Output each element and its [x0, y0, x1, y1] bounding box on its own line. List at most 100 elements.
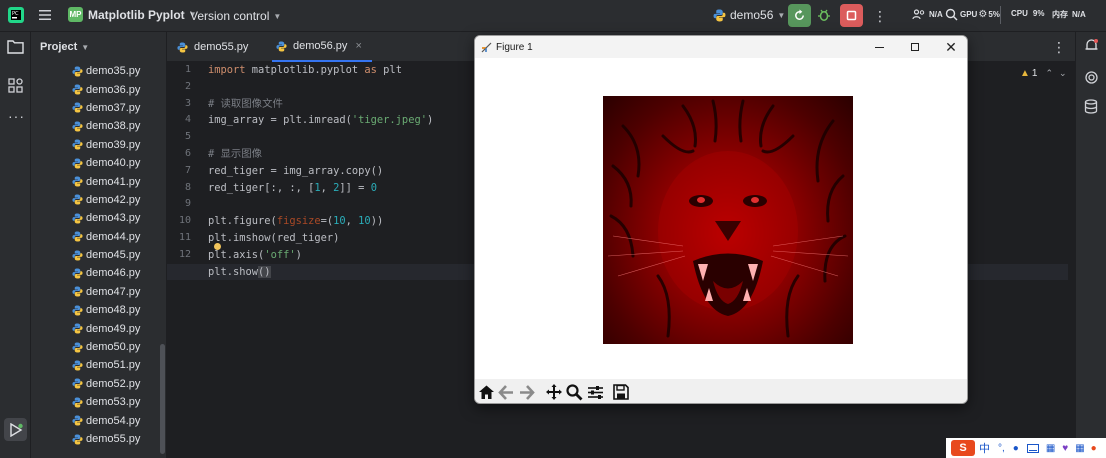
figure-titlebar: Figure 1 ✕: [475, 36, 967, 58]
tab-demo55[interactable]: demo55.py: [177, 32, 272, 62]
folder-icon[interactable]: [7, 39, 24, 59]
pycharm-logo-icon[interactable]: PC: [8, 7, 24, 23]
more-tools-icon[interactable]: ···: [8, 108, 25, 124]
python-icon: [72, 360, 83, 371]
file-name: demo46.py: [86, 267, 141, 280]
search-icon[interactable]: [945, 8, 958, 21]
file-name: demo52.py: [86, 377, 141, 390]
gpu-indicator[interactable]: GPU ⚙ 5%: [960, 9, 1000, 20]
ai-assistant-icon[interactable]: [1084, 70, 1099, 90]
microphone-icon[interactable]: ●: [1013, 443, 1019, 454]
notification-icon[interactable]: ●: [1091, 443, 1097, 454]
python-icon: [72, 305, 83, 316]
file-item[interactable]: demo49.py: [31, 319, 166, 337]
python-icon: [72, 194, 83, 205]
home-icon[interactable]: [478, 384, 495, 401]
file-name: demo50.py: [86, 341, 141, 354]
file-item[interactable]: demo55.py: [31, 430, 166, 448]
ram-indicator[interactable]: 内存 N/A: [1052, 9, 1086, 20]
file-name: demo45.py: [86, 249, 141, 262]
file-item[interactable]: demo51.py: [31, 356, 166, 374]
structure-icon[interactable]: [8, 78, 23, 98]
maximize-button[interactable]: [897, 36, 933, 58]
file-item[interactable]: demo39.py: [31, 136, 166, 154]
memory-indicator[interactable]: N/A: [912, 9, 943, 20]
configure-subplots-icon[interactable]: [587, 384, 604, 401]
file-item[interactable]: demo48.py: [31, 301, 166, 319]
scrollbar[interactable]: [160, 344, 165, 454]
ime-mode[interactable]: 中: [979, 440, 990, 456]
stop-button[interactable]: [840, 4, 863, 27]
file-item[interactable]: demo53.py: [31, 393, 166, 411]
tab-demo56[interactable]: demo56.py ×: [272, 32, 372, 62]
file-name: demo38.py: [86, 120, 141, 133]
apps-icon[interactable]: ▦: [1046, 443, 1055, 454]
line-number: 10: [178, 215, 191, 227]
python-icon: [72, 286, 83, 297]
line-number: 6: [184, 147, 191, 159]
punctuation-icon[interactable]: °,: [998, 443, 1005, 454]
python-icon: [72, 102, 83, 114]
save-icon[interactable]: [613, 384, 629, 400]
python-icon: [72, 433, 83, 445]
keyboard-icon[interactable]: [1026, 443, 1039, 453]
cpu-indicator[interactable]: CPU 9%: [1011, 9, 1044, 18]
run-config-selector[interactable]: demo56 ▼: [713, 8, 785, 22]
python-icon: [72, 397, 83, 408]
notifications-icon[interactable]: [1084, 38, 1099, 58]
file-item[interactable]: demo54.py: [31, 411, 166, 429]
file-item[interactable]: demo41.py: [31, 172, 166, 190]
file-item[interactable]: demo45.py: [31, 246, 166, 264]
bug-icon: [818, 9, 830, 21]
file-item[interactable]: demo46.py: [31, 264, 166, 282]
file-item[interactable]: demo47.py: [31, 283, 166, 301]
file-item[interactable]: demo52.py: [31, 375, 166, 393]
grid-icon[interactable]: ▦: [1075, 443, 1084, 454]
project-panel: Project ▼ demo35.py demo36.py demo37.py dem…: [31, 32, 167, 458]
file-item[interactable]: demo35.py: [31, 62, 166, 80]
file-item[interactable]: demo50.py: [31, 338, 166, 356]
forward-arrow-icon[interactable]: [518, 384, 535, 401]
file-item[interactable]: demo36.py: [31, 80, 166, 98]
more-actions-icon[interactable]: ⋮: [873, 8, 887, 25]
zoom-icon[interactable]: [566, 383, 583, 401]
close-button[interactable]: ✕: [933, 36, 967, 58]
python-icon: [72, 176, 83, 187]
maximize-icon: [911, 43, 919, 51]
line-number: 11: [178, 231, 191, 243]
file-item[interactable]: demo40.py: [31, 154, 166, 172]
back-arrow-icon[interactable]: [498, 384, 515, 401]
ram-label: 内存: [1052, 10, 1068, 19]
vcs-menu[interactable]: Version control ▼: [190, 9, 281, 23]
skin-icon[interactable]: ♥: [1062, 443, 1068, 454]
rerun-button[interactable]: [788, 4, 811, 27]
file-item[interactable]: demo37.py: [31, 99, 166, 117]
file-name: demo53.py: [86, 396, 141, 409]
gpu-label: GPU: [960, 10, 978, 19]
file-tree: demo35.py demo36.py demo37.py demo38.py demo…: [31, 62, 166, 448]
project-header[interactable]: Project ▼: [31, 32, 166, 62]
close-icon[interactable]: ×: [355, 40, 361, 52]
file-name: demo48.py: [86, 304, 141, 317]
figure-toolbar: [475, 379, 967, 403]
sogou-ime-icon[interactable]: S: [951, 440, 975, 456]
python-icon: [72, 415, 83, 426]
minimize-button[interactable]: [861, 36, 897, 58]
file-name: demo42.py: [86, 193, 141, 206]
left-tool-strip: ···: [0, 32, 31, 458]
file-name: demo35.py: [86, 65, 141, 78]
project-switcher[interactable]: MP Matplotlib Pyplot ▼: [68, 7, 197, 22]
run-icon: [9, 422, 23, 437]
file-item[interactable]: demo38.py: [31, 117, 166, 135]
pan-icon[interactable]: [545, 383, 563, 401]
database-icon[interactable]: [1084, 99, 1098, 119]
debug-button[interactable]: [817, 8, 831, 22]
hamburger-menu-icon[interactable]: [38, 8, 52, 22]
tab-options-icon[interactable]: ⋮: [1052, 39, 1066, 56]
rerun-icon: [795, 9, 804, 20]
file-item[interactable]: demo43.py: [31, 209, 166, 227]
file-item[interactable]: demo44.py: [31, 228, 166, 246]
file-item[interactable]: demo42.py: [31, 191, 166, 209]
run-tool-button[interactable]: [4, 418, 27, 441]
bulb-icon[interactable]: p: [208, 242, 221, 261]
